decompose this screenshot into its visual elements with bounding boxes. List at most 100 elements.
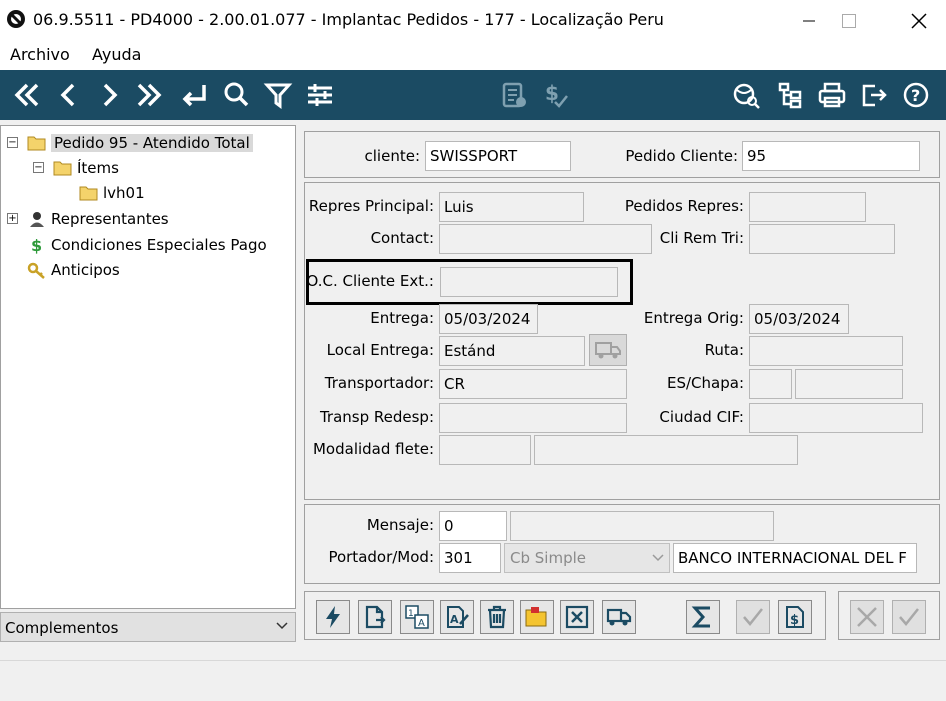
portador-field[interactable]: 301	[439, 543, 501, 573]
delete-button[interactable]	[480, 600, 514, 634]
person-icon	[27, 210, 47, 228]
next-record-icon[interactable]	[92, 77, 128, 113]
complementos-dropdown[interactable]: Complementos	[0, 612, 296, 642]
tree-node-condiciones[interactable]: $ Condiciones Especiales Pago	[27, 234, 267, 256]
es-field[interactable]	[749, 369, 792, 399]
title-bar: 06.9.5511 - PD4000 - 2.00.01.077 - Impla…	[0, 0, 946, 42]
first-record-icon[interactable]	[8, 77, 44, 113]
pedido-cliente-label: Pedido Cliente:	[625, 147, 738, 165]
close-button[interactable]	[896, 0, 942, 42]
shipping-button[interactable]	[602, 600, 636, 634]
modalidad-flete-desc-field[interactable]	[534, 435, 798, 465]
status-bar	[0, 660, 946, 701]
translate-icon: 1A	[405, 605, 429, 629]
entrega-orig-field[interactable]: 05/03/2024	[749, 304, 849, 334]
confirm-disabled-button[interactable]	[736, 600, 770, 634]
ruta-field[interactable]	[749, 336, 903, 366]
svg-text:1: 1	[408, 609, 414, 619]
tree-label-condiciones: Condiciones Especiales Pago	[51, 236, 267, 254]
previous-record-icon[interactable]	[50, 77, 86, 113]
expand-toggle[interactable]: +	[7, 213, 18, 224]
return-icon[interactable]	[176, 77, 212, 113]
banco-field[interactable]: BANCO INTERNACIONAL DEL F	[673, 543, 917, 573]
transportador-label: Transportador:	[324, 374, 434, 392]
help-icon[interactable]: ?	[898, 77, 934, 113]
svg-text:$: $	[545, 81, 559, 105]
ciudad-cif-label: Ciudad CIF:	[659, 408, 744, 426]
print-icon[interactable]	[814, 77, 850, 113]
cliente-field[interactable]: SWISSPORT	[425, 141, 571, 171]
ciudad-cif-field[interactable]	[749, 403, 923, 433]
filter-icon[interactable]	[260, 77, 296, 113]
document-list-icon[interactable]	[496, 77, 532, 113]
cliente-label: cliente:	[364, 147, 420, 165]
hierarchy-icon[interactable]	[772, 77, 808, 113]
svg-text:A: A	[418, 618, 425, 629]
trash-icon	[488, 605, 506, 629]
chevron-down-icon	[651, 551, 665, 569]
entrega-field[interactable]: 05/03/2024	[439, 304, 538, 334]
pedidos-repres-field[interactable]	[749, 192, 866, 222]
close-box-icon	[565, 605, 589, 629]
menu-archivo[interactable]: Archivo	[10, 45, 70, 64]
modalidad-flete-label: Modalidad flete:	[312, 440, 434, 458]
tree-node-representantes[interactable]: Representantes	[27, 208, 169, 230]
order-tree: − Pedido 95 - Atendido Total − Ítems lvh…	[0, 125, 296, 609]
lightning-icon	[326, 606, 340, 628]
modalidad-flete-code-field[interactable]	[439, 435, 531, 465]
entrega-orig-label: Entrega Orig:	[643, 309, 744, 327]
totals-button[interactable]	[686, 600, 720, 634]
svg-text:$: $	[31, 236, 42, 254]
local-entrega-label: Local Entrega:	[326, 341, 434, 359]
last-record-icon[interactable]	[132, 77, 168, 113]
mensaje-label: Mensaje:	[366, 516, 434, 534]
collapse-toggle[interactable]: −	[7, 137, 18, 148]
edit-document-button[interactable]: A	[440, 600, 474, 634]
collapse-toggle[interactable]: −	[33, 162, 44, 173]
money-icon: $	[27, 236, 47, 255]
transp-redesp-field[interactable]	[439, 403, 627, 433]
ok-disabled-button[interactable]	[892, 600, 926, 634]
cli-rem-tri-label: Cli Rem Tri:	[659, 229, 744, 247]
menu-ayuda[interactable]: Ayuda	[92, 45, 141, 64]
exit-icon[interactable]	[856, 77, 892, 113]
close-icon	[857, 607, 877, 627]
mensaje-desc-field[interactable]	[510, 511, 774, 541]
open-folder-button[interactable]	[520, 600, 554, 634]
ruta-label: Ruta:	[704, 341, 744, 359]
chapa-field[interactable]	[795, 369, 903, 399]
tree-node-item-child[interactable]: lvh01	[79, 182, 145, 204]
cancel-disabled-button[interactable]	[850, 600, 884, 634]
es-chapa-label: ES/Chapa:	[667, 374, 744, 392]
folder-open-icon	[53, 159, 73, 177]
key-icon	[27, 261, 47, 279]
modalidad-select[interactable]: Cb Simple	[504, 543, 670, 573]
tree-node-anticipos[interactable]: Anticipos	[27, 259, 120, 281]
sigma-icon	[691, 606, 710, 628]
portador-mod-label: Portador/Mod:	[328, 548, 434, 566]
transportador-field[interactable]: CR	[439, 369, 627, 399]
tree-node-pedido[interactable]: Pedido 95 - Atendido Total	[27, 132, 253, 154]
chevron-down-icon	[275, 619, 289, 637]
local-entrega-field[interactable]: Estánd	[439, 336, 585, 366]
money-document-icon: $	[786, 606, 804, 628]
highlight-box	[306, 259, 633, 305]
repres-principal-field[interactable]: Luis	[439, 192, 584, 222]
financial-document-button[interactable]: $	[778, 600, 812, 634]
mensaje-code-field[interactable]: 0	[439, 511, 507, 541]
tree-label-pedido: Pedido 95 - Atendido Total	[51, 134, 253, 152]
maximize-button[interactable]	[826, 0, 872, 42]
settings-sliders-icon[interactable]	[302, 77, 338, 113]
cli-rem-tri-field[interactable]	[749, 224, 895, 254]
pedido-cliente-field[interactable]: 95	[742, 141, 920, 171]
folder-open-icon	[525, 607, 547, 627]
new-document-button[interactable]	[358, 600, 392, 634]
search-globe-icon[interactable]	[728, 77, 764, 113]
pedidos-repres-label: Pedidos Repres:	[624, 197, 744, 215]
translate-button[interactable]: 1A	[400, 600, 434, 634]
tree-node-items[interactable]: Ítems	[53, 157, 119, 179]
price-check-icon[interactable]: $	[538, 77, 574, 113]
cancel-record-button[interactable]	[560, 600, 594, 634]
quick-action-button[interactable]	[316, 600, 350, 634]
search-icon[interactable]	[218, 77, 254, 113]
